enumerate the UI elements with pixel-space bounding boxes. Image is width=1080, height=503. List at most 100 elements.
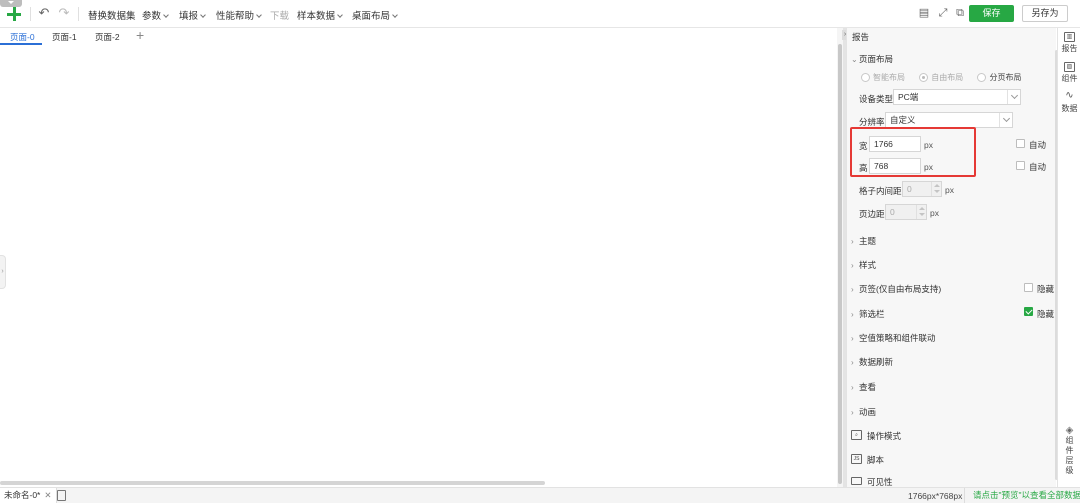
section-null-policy[interactable]: › 空值策略和组件联动: [851, 332, 936, 344]
row-visibility[interactable]: 可见性: [867, 476, 893, 486]
chevron-right-icon: ›: [851, 237, 854, 246]
chevron-down-icon: [392, 12, 398, 18]
device-type-label: 设备类型: [859, 94, 894, 104]
horizontal-scrollbar[interactable]: [0, 481, 545, 485]
stepper-icon[interactable]: [931, 182, 941, 196]
toolbar-divider: [78, 7, 79, 21]
chevron-right-icon: ›: [851, 408, 854, 417]
highlight-annotation-box: [850, 127, 976, 177]
filter-bar-hide-label: 隐藏: [1037, 309, 1055, 319]
section-style[interactable]: › 样式: [851, 259, 876, 271]
menu-replace-dataset[interactable]: 替换数据集: [88, 8, 136, 22]
page-margin-label: 页边距: [859, 209, 885, 219]
cell-padding-unit: px: [945, 185, 954, 195]
section-theme[interactable]: › 主题: [851, 235, 876, 247]
height-auto-label: 自动: [1029, 162, 1047, 172]
sheet-tab[interactable]: 未命名-0* ✕: [0, 488, 57, 503]
status-bar: 未命名-0* ✕ 1766px*768px 请点击"预览"以查看全部数据: [0, 487, 1080, 503]
share-icon[interactable]: ⧉: [953, 6, 967, 20]
radio-smart-layout[interactable]: [861, 73, 870, 82]
row-script[interactable]: 脚本: [867, 454, 884, 466]
resolution-select[interactable]: 自定义: [885, 112, 1013, 128]
radio-label: 分页布局: [989, 73, 1022, 82]
section-data-refresh[interactable]: › 数据刷新: [851, 356, 893, 368]
report-canvas[interactable]: ›: [0, 45, 836, 487]
fullscreen-icon[interactable]: ⤢: [936, 6, 950, 20]
device-type-select[interactable]: PC端: [893, 89, 1021, 105]
canvas-size-readout: 1766px*768px: [908, 491, 963, 501]
chevron-down-icon: ⌄: [851, 55, 858, 64]
tab-page-0[interactable]: 页面-0: [10, 31, 35, 43]
section-tab-bar[interactable]: › 页签(仅自由布局支持): [851, 283, 941, 295]
close-icon[interactable]: ✕: [44, 490, 51, 500]
chevron-down-icon: [1007, 90, 1020, 104]
tab-page-1[interactable]: 页面-1: [52, 31, 77, 43]
page-tabs: 页面-0 页面-1 页面-2 +: [0, 28, 842, 45]
operation-mode-icon: ⌕: [851, 430, 862, 440]
cell-padding-input[interactable]: 0: [902, 181, 942, 197]
vertical-scrollbar[interactable]: [838, 44, 842, 484]
chevron-down-icon: [337, 12, 343, 18]
layout-radio-group: 智能布局 自由布局 分页布局: [861, 72, 1033, 83]
width-auto-checkbox[interactable]: [1016, 139, 1025, 148]
filter-bar-hide-checkbox[interactable]: [1024, 307, 1033, 316]
section-animation[interactable]: › 动画: [851, 406, 876, 418]
radio-free-layout[interactable]: [919, 73, 929, 82]
report-settings-panel: 报告 ⌄页面布局 智能布局 自由布局 分页布局 设备类型 PC端 分辨率 自定义…: [846, 28, 1058, 487]
layers-icon: ◈: [1065, 425, 1074, 436]
redo-icon[interactable]: ↷: [57, 6, 71, 20]
rail-item-report[interactable]: ▥ 报告: [1058, 32, 1080, 54]
visibility-icon: [851, 477, 862, 485]
top-toolbar: ↶ ↷ 替换数据集 参数 填报 性能帮助 下载 样本数据 桌面布局 ▤ ⤢ ⧉ …: [0, 0, 1080, 28]
section-page-layout[interactable]: ⌄页面布局: [851, 53, 893, 65]
cell-padding-label: 格子内间距: [859, 186, 902, 196]
script-icon: JS: [851, 454, 862, 464]
stepper-icon[interactable]: [916, 205, 926, 219]
data-line-icon: ∿: [1065, 90, 1074, 101]
menu-fill-report[interactable]: 填报: [179, 8, 206, 22]
height-auto-checkbox[interactable]: [1016, 161, 1025, 170]
add-tab-icon[interactable]: +: [136, 28, 144, 42]
chevron-down-icon: [163, 12, 169, 18]
tab-bar-hide-label: 隐藏: [1037, 284, 1055, 294]
menu-desktop-layout[interactable]: 桌面布局: [352, 8, 398, 22]
chevron-right-icon: ›: [851, 383, 854, 392]
toolbar-divider: [30, 7, 31, 21]
chevron-right-icon: ›: [851, 310, 854, 319]
chevron-right-icon: ›: [851, 358, 854, 367]
document-settings-icon[interactable]: ▤: [917, 6, 931, 20]
page-margin-input[interactable]: 0: [885, 204, 927, 220]
undo-icon[interactable]: ↶: [37, 6, 51, 20]
sheet-file-icon[interactable]: [57, 490, 66, 501]
save-button[interactable]: 保存: [969, 5, 1014, 22]
section-view[interactable]: › 查看: [851, 381, 876, 393]
row-operation-mode[interactable]: 操作模式: [867, 430, 901, 442]
preview-hint[interactable]: 请点击"预览"以查看全部数据: [964, 488, 1080, 503]
chevron-down-icon: [200, 12, 206, 18]
tab-bar-hide-checkbox[interactable]: [1024, 283, 1033, 292]
add-icon[interactable]: [6, 6, 22, 22]
expand-left-panel-icon[interactable]: ›: [0, 255, 6, 289]
save-as-button[interactable]: 另存为: [1022, 5, 1068, 22]
chevron-down-icon: [999, 113, 1012, 127]
report-chart-icon: ▥: [1064, 32, 1075, 42]
rail-item-data[interactable]: ∿ 数据: [1058, 90, 1080, 114]
rail-item-layer[interactable]: ◈ 组 件 层 级: [1058, 426, 1080, 476]
menu-performance-help[interactable]: 性能帮助: [216, 8, 262, 22]
chevron-right-icon: ›: [851, 334, 854, 343]
menu-download[interactable]: 下载: [270, 8, 289, 22]
width-auto-label: 自动: [1029, 140, 1047, 150]
tab-page-2[interactable]: 页面-2: [95, 31, 120, 43]
section-filter-bar[interactable]: › 筛选栏: [851, 308, 885, 320]
chevron-down-icon: [256, 12, 262, 18]
menu-sample-data[interactable]: 样本数据: [297, 8, 343, 22]
radio-paged-layout[interactable]: [977, 73, 987, 82]
radio-label: 自由布局: [931, 73, 964, 82]
rail-item-component[interactable]: ▨ 组件: [1058, 62, 1080, 84]
right-side-rail: ▥ 报告 ▨ 组件 ∿ 数据 ◈ 组 件 层 级: [1057, 28, 1080, 487]
panel-title: 报告: [852, 32, 870, 42]
radio-label: 智能布局: [873, 73, 905, 82]
chevron-right-icon: ›: [851, 285, 854, 294]
component-image-icon: ▨: [1064, 62, 1075, 72]
menu-parameters[interactable]: 参数: [142, 8, 169, 22]
